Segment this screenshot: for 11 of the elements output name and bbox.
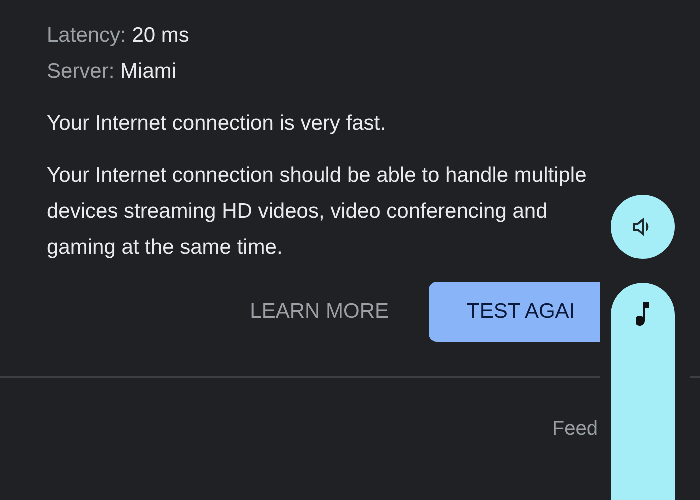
detail-label: Latency: <box>47 24 126 47</box>
description-text: Your Internet connection should be able to handle multiple devices streaming HD videos, video conferencing and gaming at the same time. <box>47 163 588 261</box>
learn-more-button[interactable]: LEARN MORE <box>210 282 429 342</box>
music-note-icon <box>636 301 650 327</box>
test-again-button[interactable]: TEST AGAI <box>429 282 600 342</box>
detail-value: 20 ms <box>132 24 190 47</box>
detail-label: Server: <box>47 60 115 83</box>
volume-slider[interactable] <box>611 283 675 500</box>
detail-value: Miami <box>120 60 177 83</box>
feed-link[interactable]: Feed <box>552 414 598 444</box>
summary-text: Your Internet connection is very fast. <box>47 111 387 137</box>
